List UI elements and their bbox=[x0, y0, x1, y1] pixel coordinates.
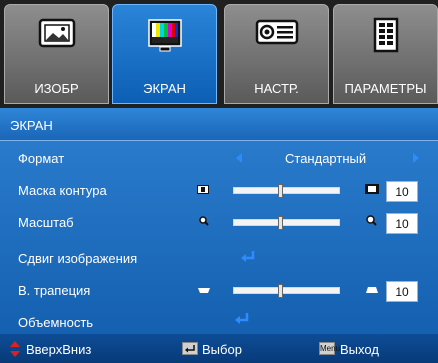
zoom-label: Масштаб bbox=[18, 215, 74, 230]
tab-options[interactable]: ПАРАМЕТРЫ bbox=[333, 4, 438, 104]
keystone-label: В. трапеция bbox=[18, 283, 91, 298]
tab-setup[interactable]: НАСТР. bbox=[224, 4, 329, 104]
format-label: Формат bbox=[18, 151, 65, 166]
menu-key-icon: Menu bbox=[319, 342, 341, 355]
arrow-right-icon[interactable] bbox=[413, 153, 419, 163]
keystone-up-icon bbox=[366, 287, 378, 293]
overscan-value: 10 bbox=[386, 181, 418, 202]
zoom-row[interactable]: Масштаб 10 bbox=[0, 206, 438, 238]
overscan-large-icon bbox=[365, 184, 379, 194]
footer-select-label: Выбор bbox=[202, 342, 242, 357]
tab-setup-label: НАСТР. bbox=[254, 81, 299, 96]
tab-image[interactable]: ИЗОБР bbox=[4, 4, 109, 104]
keystone-down-icon bbox=[198, 288, 210, 293]
overscan-label: Маска контура bbox=[18, 183, 107, 198]
zoom-value: 10 bbox=[386, 213, 418, 234]
tab-bar: ИЗОБР ЭКРАН НАСТР. ПАРАМЕТРЫ bbox=[0, 0, 438, 108]
image-shift-row[interactable]: Сдвиг изображения bbox=[0, 242, 438, 274]
tab-display-label: ЭКРАН bbox=[143, 81, 186, 96]
arrow-left-icon[interactable] bbox=[236, 153, 242, 163]
panel-title: ЭКРАН bbox=[10, 118, 53, 133]
options-icon bbox=[371, 17, 401, 60]
image-shift-label: Сдвиг изображения bbox=[18, 251, 138, 266]
keystone-row[interactable]: В. трапеция 10 bbox=[0, 274, 438, 306]
projector-icon bbox=[255, 17, 299, 52]
up-down-arrows-icon bbox=[10, 341, 20, 357]
three-d-label: Объемность bbox=[18, 315, 94, 330]
enter-icon-3d[interactable] bbox=[234, 312, 250, 326]
keystone-slider-thumb[interactable] bbox=[278, 284, 283, 298]
overscan-small-icon bbox=[197, 185, 209, 194]
tab-options-label: ПАРАМЕТРЫ bbox=[344, 81, 427, 96]
picture-icon bbox=[37, 17, 77, 56]
footer-bar: ВверхВниз Выбор Menu Выход bbox=[0, 334, 438, 363]
keystone-slider[interactable] bbox=[233, 284, 340, 298]
overscan-slider-thumb[interactable] bbox=[278, 184, 283, 198]
format-value: Стандартный bbox=[285, 151, 367, 166]
panel-title-bar: ЭКРАН bbox=[0, 108, 438, 141]
display-panel: ЭКРАН Формат Стандартный Маска контура 1… bbox=[0, 108, 438, 334]
tab-display[interactable]: ЭКРАН bbox=[112, 4, 217, 104]
keystone-value: 10 bbox=[386, 281, 418, 302]
overscan-slider[interactable] bbox=[233, 184, 340, 198]
enter-key-icon bbox=[182, 342, 198, 355]
zoom-slider-thumb[interactable] bbox=[278, 216, 283, 230]
format-row[interactable]: Формат Стандартный bbox=[0, 142, 438, 174]
osd-menu: ИЗОБР ЭКРАН НАСТР. ПАРАМЕТРЫ ЭКРАН Форма… bbox=[0, 0, 438, 363]
tab-image-label: ИЗОБР bbox=[34, 81, 79, 96]
footer-nav-label: ВверхВниз bbox=[26, 342, 92, 357]
zoom-in-icon bbox=[366, 215, 377, 226]
zoom-out-icon bbox=[199, 216, 209, 226]
footer-exit-label: Выход bbox=[340, 342, 379, 357]
overscan-row[interactable]: Маска контура 10 bbox=[0, 174, 438, 206]
zoom-slider[interactable] bbox=[233, 216, 340, 230]
enter-icon[interactable] bbox=[240, 250, 256, 264]
display-icon bbox=[145, 17, 185, 58]
